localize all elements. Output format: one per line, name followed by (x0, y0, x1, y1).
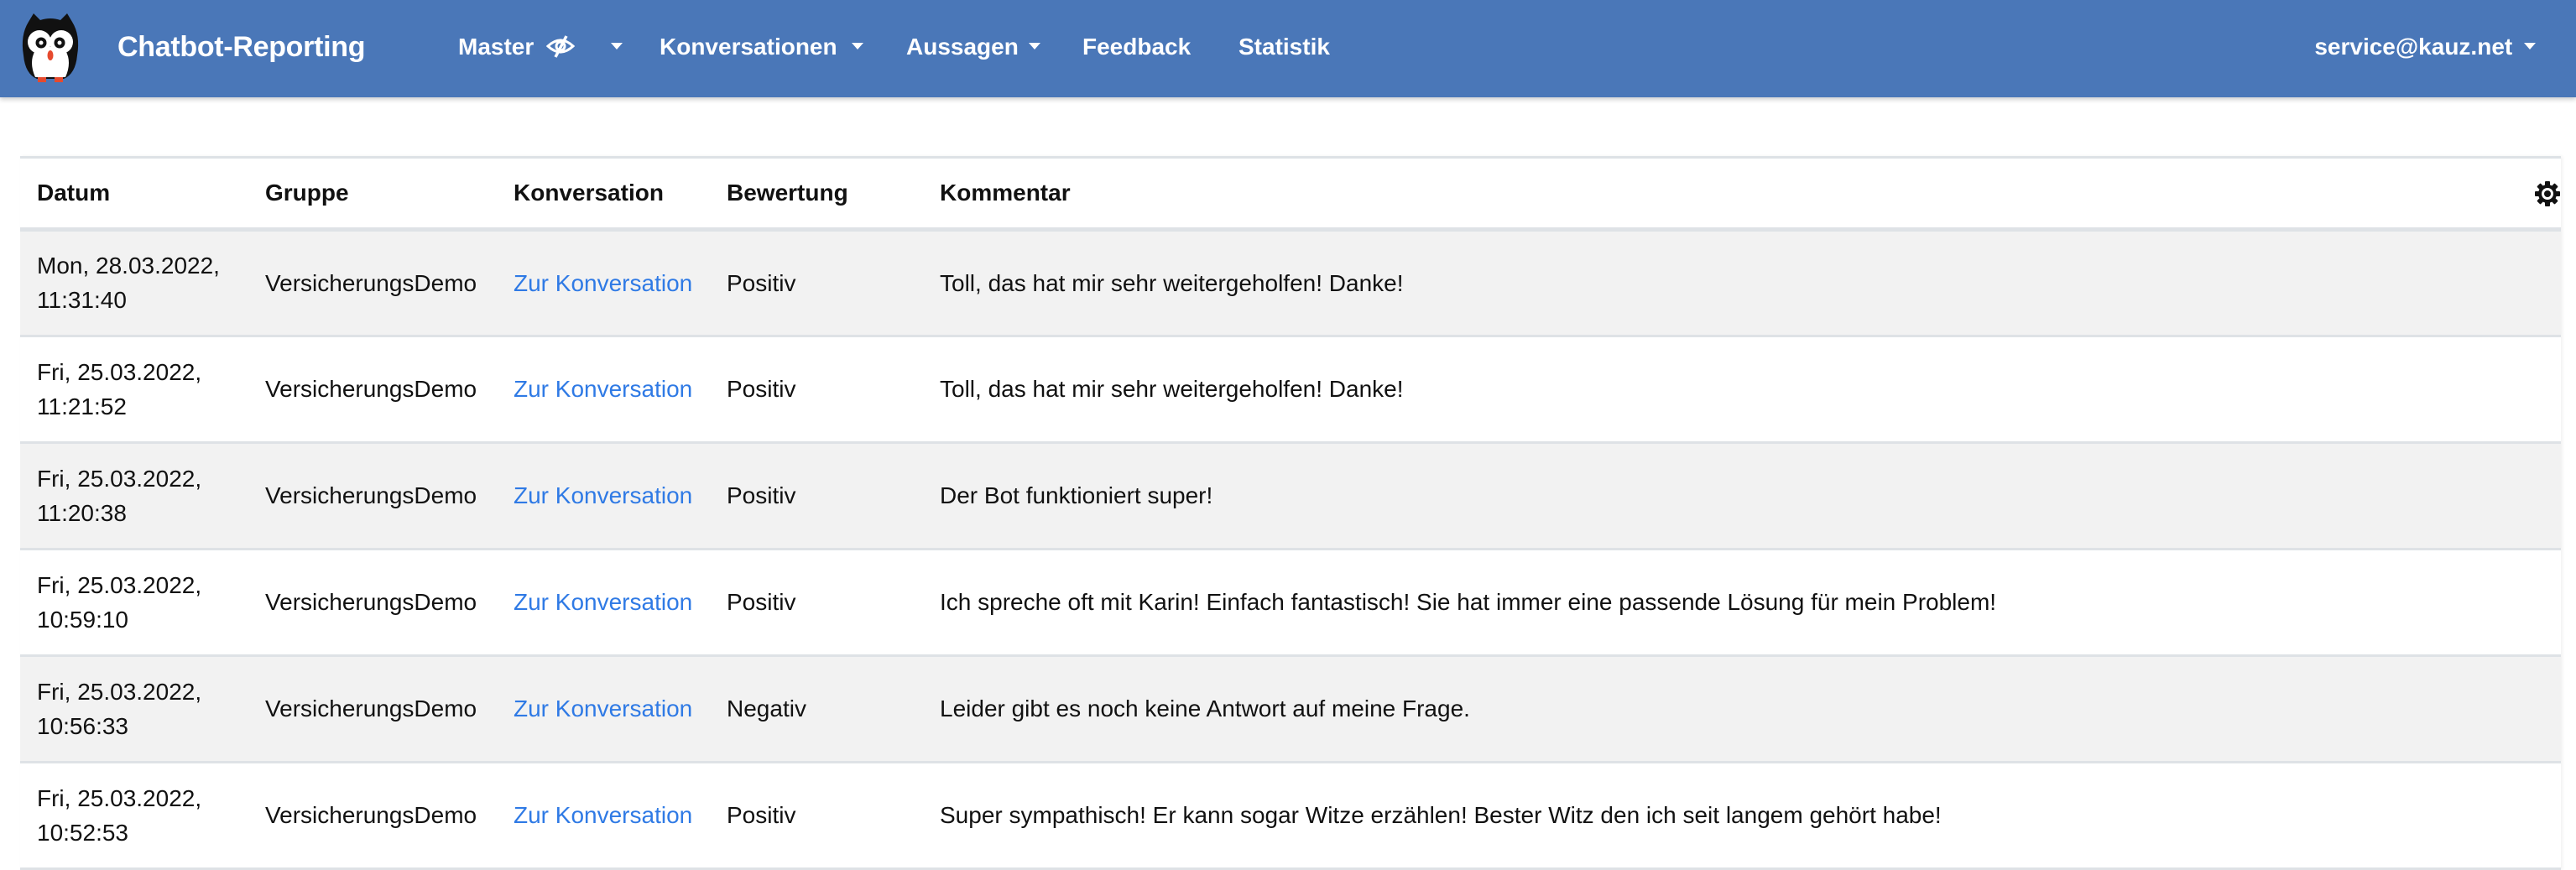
conversation-link[interactable]: Zur Konversation (514, 589, 692, 615)
cell-gruppe: VersicherungsDemo (248, 442, 497, 550)
owl-logo-icon[interactable] (17, 10, 84, 84)
column-header-datum[interactable]: Datum (20, 159, 248, 232)
cell-konversation: Zur Konversation (497, 655, 710, 763)
cell-konversation: Zur Konversation (497, 762, 710, 870)
chevron-down-icon (1028, 42, 1040, 49)
cell-gruppe: VersicherungsDemo (248, 229, 497, 337)
chevron-down-icon (2524, 42, 2536, 49)
nav-master-label: Master (458, 34, 534, 60)
nav-aussagen-label: Aussagen (906, 34, 1019, 60)
table-row: Fri, 25.03.2022, 10:56:33 VersicherungsDe… (20, 655, 2561, 763)
feedback-table: Datum Gruppe Konversation Bewertung Komm… (20, 159, 2561, 870)
gear-icon[interactable] (2534, 180, 2561, 207)
cell-konversation: Zur Konversation (497, 229, 710, 337)
table-header-row: Datum Gruppe Konversation Bewertung Komm… (20, 159, 2561, 232)
cell-bewertung: Positiv (710, 762, 923, 870)
cell-konversation: Zur Konversation (497, 336, 710, 444)
cell-gruppe: VersicherungsDemo (248, 336, 497, 444)
column-header-kommentar[interactable]: Kommentar (923, 159, 2511, 232)
cell-kommentar: Der Bot funktioniert super! (923, 442, 2561, 550)
navbar: Chatbot-Reporting Master Konversationen … (0, 0, 2576, 97)
cell-konversation: Zur Konversation (497, 442, 710, 550)
cell-datum: Fri, 25.03.2022, 10:52:53 (20, 762, 248, 870)
table-row: Fri, 25.03.2022, 11:20:38 VersicherungsDe… (20, 442, 2561, 550)
conversation-link[interactable]: Zur Konversation (514, 802, 692, 828)
user-email: service@kauz.net (2314, 34, 2513, 60)
nav-statistik-link[interactable]: Statistik (1238, 0, 1330, 94)
table-row: Fri, 25.03.2022, 11:21:52 VersicherungsDe… (20, 336, 2561, 444)
cell-datum: Fri, 25.03.2022, 10:56:33 (20, 655, 248, 763)
cell-bewertung: Negativ (710, 655, 923, 763)
feedback-table-container: Datum Gruppe Konversation Bewertung Komm… (20, 156, 2561, 870)
cell-kommentar: Toll, das hat mir sehr weitergeholfen! D… (923, 229, 2561, 337)
nav-konversationen-dropdown[interactable]: Konversationen (660, 0, 864, 94)
cell-gruppe: VersicherungsDemo (248, 655, 497, 763)
cell-kommentar: Super sympathisch! Er kann sogar Witze e… (923, 762, 2561, 870)
cell-datum: Fri, 25.03.2022, 11:20:38 (20, 442, 248, 550)
cell-bewertung: Positiv (710, 229, 923, 337)
app-brand-title[interactable]: Chatbot-Reporting (117, 0, 365, 94)
cell-bewertung: Positiv (710, 336, 923, 444)
cell-kommentar: Toll, das hat mir sehr weitergeholfen! D… (923, 336, 2561, 444)
table-row: Fri, 25.03.2022, 10:59:10 VersicherungsDe… (20, 549, 2561, 657)
nav-master-dropdown[interactable]: Master (458, 0, 623, 94)
table-row: Fri, 25.03.2022, 10:52:53 VersicherungsDe… (20, 762, 2561, 870)
table-row: Mon, 28.03.2022, 11:31:40 VersicherungsDe… (20, 229, 2561, 337)
user-menu-dropdown[interactable]: service@kauz.net (2314, 0, 2536, 94)
table-settings-cell (2511, 159, 2561, 232)
cell-datum: Mon, 28.03.2022, 11:31:40 (20, 229, 248, 337)
cell-kommentar: Ich spreche oft mit Karin! Einfach fanta… (923, 549, 2561, 657)
cell-datum: Fri, 25.03.2022, 11:21:52 (20, 336, 248, 444)
column-header-bewertung[interactable]: Bewertung (710, 159, 923, 232)
chevron-down-icon (610, 42, 623, 49)
chevron-down-icon (852, 42, 864, 49)
conversation-link[interactable]: Zur Konversation (514, 270, 692, 296)
cell-kommentar: Leider gibt es noch keine Antwort auf me… (923, 655, 2561, 763)
conversation-link[interactable]: Zur Konversation (514, 482, 692, 508)
cell-gruppe: VersicherungsDemo (248, 762, 497, 870)
nav-aussagen-dropdown[interactable]: Aussagen (906, 0, 1040, 94)
eye-slash-icon (545, 34, 576, 58)
column-header-gruppe[interactable]: Gruppe (248, 159, 497, 232)
cell-bewertung: Positiv (710, 549, 923, 657)
cell-datum: Fri, 25.03.2022, 10:59:10 (20, 549, 248, 657)
nav-feedback-link[interactable]: Feedback (1082, 0, 1191, 94)
conversation-link[interactable]: Zur Konversation (514, 695, 692, 722)
column-header-konversation[interactable]: Konversation (497, 159, 710, 232)
nav-konversationen-label: Konversationen (660, 34, 837, 60)
cell-gruppe: VersicherungsDemo (248, 549, 497, 657)
conversation-link[interactable]: Zur Konversation (514, 376, 692, 402)
cell-konversation: Zur Konversation (497, 549, 710, 657)
cell-bewertung: Positiv (710, 442, 923, 550)
